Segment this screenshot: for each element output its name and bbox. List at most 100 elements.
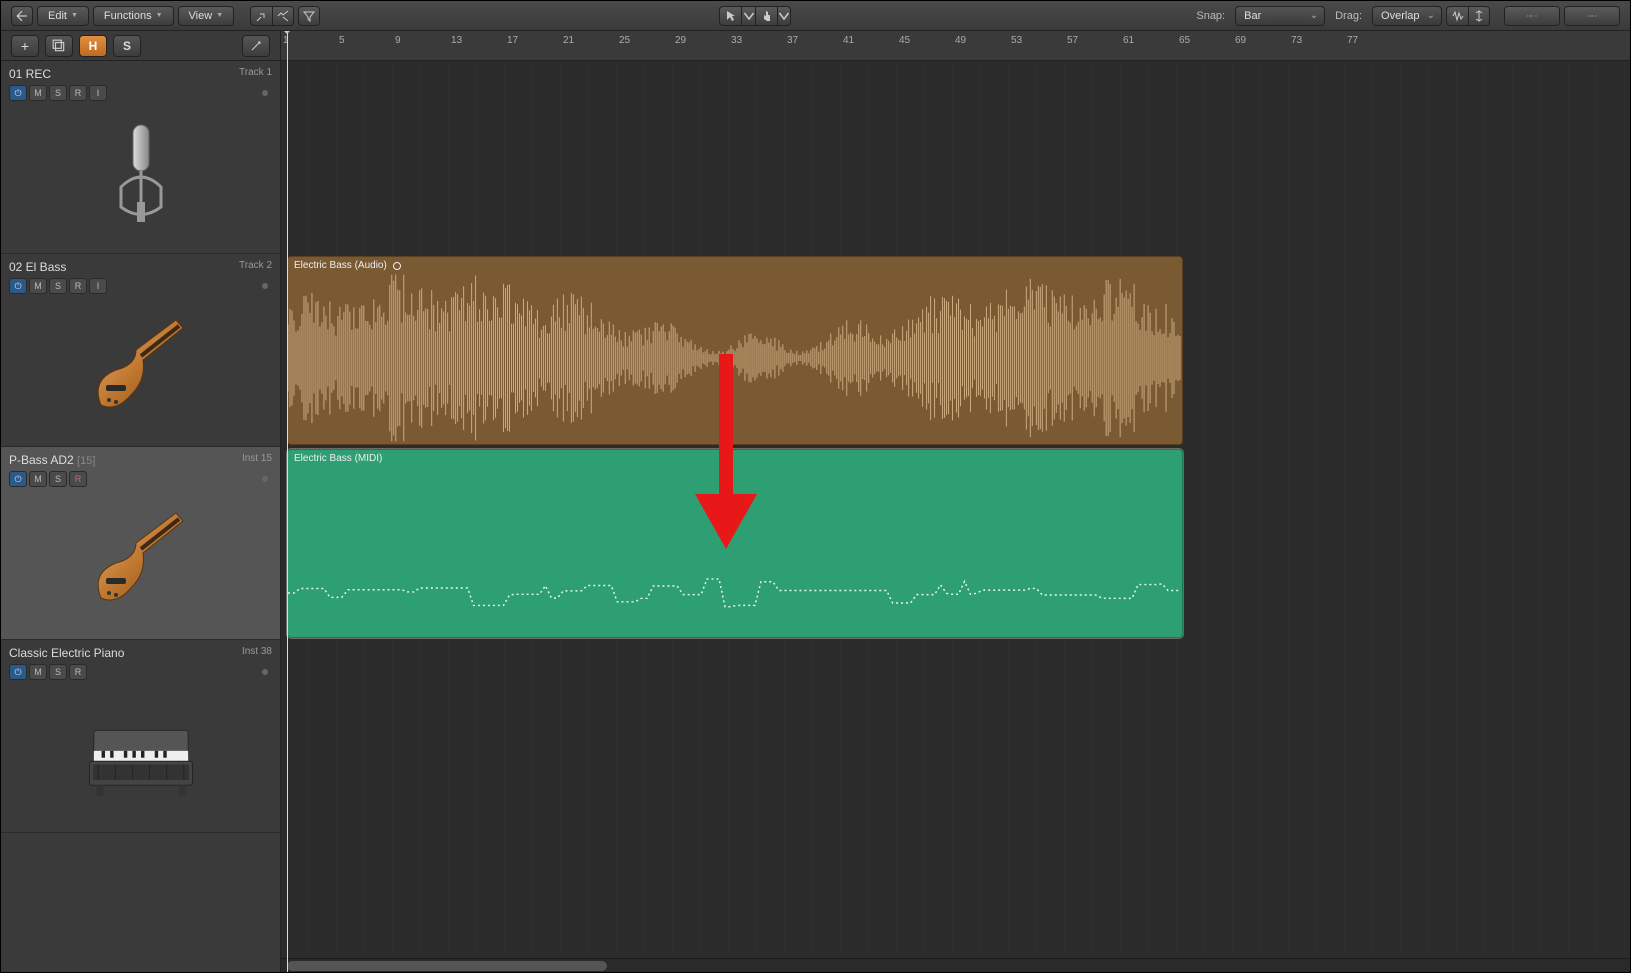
ruler-tick: 49 [955,35,966,46]
finger-tool-icon[interactable] [755,6,777,26]
track-m-button[interactable]: M [29,664,47,680]
power-button[interactable]: ⏻ [9,278,27,294]
freeze-indicator [262,283,268,289]
freeze-indicator [262,669,268,675]
toolbar: Edit▼ Functions▼ View▼ Snap: Bar Drag: O… [1,1,1630,31]
menu-functions-label: Functions [104,10,152,22]
horizontal-zoom-slider[interactable] [1564,6,1620,26]
snap-label: Snap: [1196,10,1225,22]
ruler-tick: 65 [1179,35,1190,46]
lane-track-4[interactable] [281,640,1630,833]
arrange-area[interactable]: 1591317212529333741454953576165697377 El… [281,31,1630,972]
ruler-tick: 69 [1235,35,1246,46]
menu-edit[interactable]: Edit▼ [37,6,89,26]
snap-select[interactable]: Bar [1235,6,1325,26]
app-window: Edit▼ Functions▼ View▼ Snap: Bar Drag: O… [0,0,1631,973]
track-s-button[interactable]: S [49,85,67,101]
ruler-tick: 45 [899,35,910,46]
loop-icon [393,262,401,270]
power-button[interactable]: ⏻ [9,664,27,680]
add-track-button[interactable]: + [11,35,39,57]
track-m-button[interactable]: M [29,85,47,101]
region-name: Electric Bass (MIDI) [294,453,382,464]
global-solo-button[interactable]: S [113,35,141,57]
filter-icon[interactable] [298,6,320,26]
track-buttons: ⏻MSR [9,471,272,487]
track-r-button[interactable]: R [69,471,87,487]
track-name: P-Bass AD2 [15] [9,453,242,467]
track-number: Inst 38 [242,646,272,657]
track-instrument-icon [9,107,272,247]
menu-view[interactable]: View▼ [178,6,235,26]
ruler-tick: 57 [1067,35,1078,46]
track-m-button[interactable]: M [29,471,47,487]
track-header-list: + H S 01 RECTrack 1⏻MSRI02 El BassTrack … [1,31,281,972]
track-instrument-icon [9,686,272,826]
vertical-zoom-slider[interactable] [1504,6,1560,26]
track-i-button[interactable]: I [89,278,107,294]
lane-track-1[interactable] [281,61,1630,254]
ruler-tick: 17 [507,35,518,46]
vertical-autozoom-icon[interactable] [1468,6,1490,26]
finger-tool-dropdown[interactable] [777,6,791,26]
catch-button[interactable] [242,35,270,57]
hide-button-label: H [89,39,98,53]
cursor-tool-group [719,6,791,26]
track-r-button[interactable]: R [69,664,87,680]
track-name: Classic Electric Piano [9,646,242,660]
menu-view-label: View [189,10,213,22]
drag-value: Overlap [1381,10,1420,22]
ruler-tick: 41 [843,35,854,46]
region-lanes[interactable]: Electric Bass (Audio) [281,61,1630,958]
track-s-button[interactable]: S [49,471,67,487]
back-icon[interactable] [11,6,33,26]
link-icon[interactable] [272,6,294,26]
track-r-button[interactable]: R [69,278,87,294]
ruler-tick: 21 [563,35,574,46]
ruler-tick: 77 [1347,35,1358,46]
ruler-tick: 29 [675,35,686,46]
track-number: Track 2 [239,260,272,271]
lane-track-3[interactable]: Electric Bass (MIDI) [281,447,1630,640]
region-name: Electric Bass (Audio) [294,260,387,271]
track-instrument-icon [9,493,272,633]
duplicate-track-button[interactable] [45,35,73,57]
drag-select[interactable]: Overlap [1372,6,1442,26]
track-header[interactable]: Classic Electric PianoInst 38 ⏻MSR [1,640,280,833]
horizontal-scrollbar[interactable] [281,958,1630,972]
menu-functions[interactable]: Functions ▼ [93,6,174,26]
track-m-button[interactable]: M [29,278,47,294]
caret-down-icon: ▼ [156,12,163,19]
power-button[interactable]: ⏻ [9,471,27,487]
pointer-tool-icon[interactable] [719,6,741,26]
track-header[interactable]: 01 RECTrack 1⏻MSRI [1,61,280,254]
power-button[interactable]: ⏻ [9,85,27,101]
freeze-indicator [262,90,268,96]
scrollbar-thumb[interactable] [287,961,607,971]
track-buttons: ⏻MSRI [9,278,272,294]
hide-button[interactable]: H [79,35,107,57]
lane-track-2[interactable]: Electric Bass (Audio) [281,254,1630,447]
waveform-zoom-icon[interactable] [1446,6,1468,26]
edit-tool-group [250,6,294,26]
playhead[interactable] [287,31,288,972]
region-label: Electric Bass (Audio) [288,257,1182,274]
main-split: + H S 01 RECTrack 1⏻MSRI02 El BassTrack … [1,31,1630,972]
track-number: Inst 15 [242,453,272,464]
autozoom-icon[interactable] [250,6,272,26]
track-header[interactable]: P-Bass AD2 [15]Inst 15 ⏻MSR [1,447,280,640]
ruler-tick: 25 [619,35,630,46]
bar-ruler[interactable]: 1591317212529333741454953576165697377 [281,31,1630,61]
track-number: Track 1 [239,67,272,78]
track-s-button[interactable]: S [49,664,67,680]
ruler-tick: 37 [787,35,798,46]
track-instrument-icon [9,300,272,440]
drag-label: Drag: [1335,10,1362,22]
track-r-button[interactable]: R [69,85,87,101]
caret-down-icon: ▼ [216,12,223,19]
pointer-tool-dropdown[interactable] [741,6,755,26]
track-header[interactable]: 02 El BassTrack 2⏻MSRI [1,254,280,447]
track-s-button[interactable]: S [49,278,67,294]
track-i-button[interactable]: I [89,85,107,101]
ruler-tick: 33 [731,35,742,46]
